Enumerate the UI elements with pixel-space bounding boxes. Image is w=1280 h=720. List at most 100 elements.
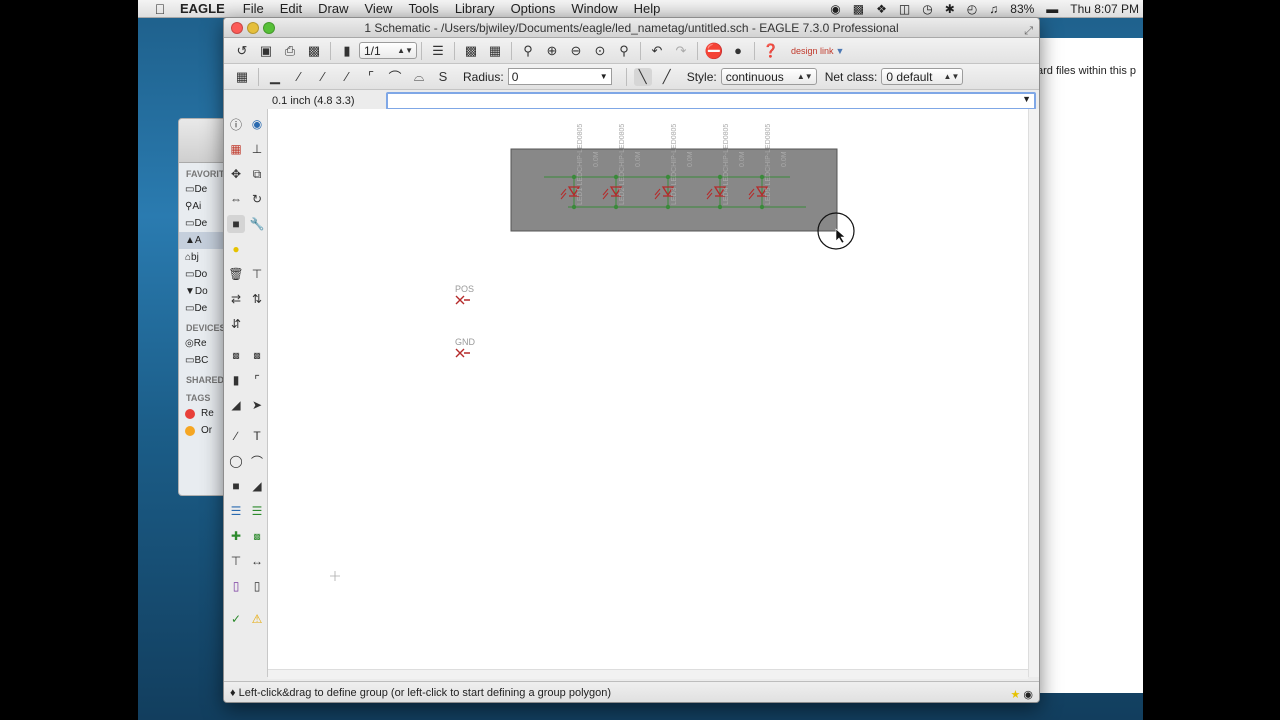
grid-icon[interactable]: ▦ bbox=[233, 68, 251, 86]
zoom-in-icon[interactable]: ⊕ bbox=[543, 42, 561, 60]
battery-percent[interactable]: 83% bbox=[1010, 2, 1034, 16]
frame-icon[interactable]: ▯ bbox=[227, 577, 245, 595]
clock[interactable]: Thu 8:07 PM bbox=[1070, 2, 1139, 16]
menu-edit[interactable]: Edit bbox=[280, 1, 302, 16]
command-input[interactable]: ▼ bbox=[386, 92, 1036, 110]
stop-icon[interactable]: ⛔ bbox=[705, 42, 724, 60]
zoom-select-icon[interactable]: ⚲ bbox=[615, 42, 633, 60]
horizontal-scrollbar[interactable] bbox=[268, 669, 1028, 679]
wire-icon[interactable]: ∕ bbox=[227, 427, 245, 445]
ulp-icon[interactable]: ▦ bbox=[486, 42, 504, 60]
volume-icon[interactable]: ♫ bbox=[989, 2, 998, 16]
vertical-scrollbar[interactable] bbox=[1028, 109, 1039, 677]
apple-menu-icon[interactable]:  bbox=[148, 1, 172, 17]
text-icon[interactable]: T bbox=[248, 427, 266, 445]
cam-icon[interactable]: ▩ bbox=[305, 42, 323, 60]
value-icon[interactable]: ▩ bbox=[248, 346, 266, 364]
miter-icon[interactable]: ⌜ bbox=[248, 371, 266, 389]
netclass-select[interactable]: 0 default ▲▼ bbox=[881, 68, 964, 85]
wire-bend-3-icon[interactable]: ⌜ bbox=[362, 68, 380, 86]
wire-bend-6-icon[interactable]: S bbox=[434, 68, 452, 86]
print-icon[interactable]: ⎙ bbox=[281, 42, 299, 60]
sheet-select[interactable]: 1/1 ▲▼ bbox=[359, 42, 417, 59]
warning-icon[interactable]: ⚠ bbox=[248, 610, 266, 628]
sheet-icon[interactable]: ▮ bbox=[338, 42, 356, 60]
rotate-icon[interactable]: ↻ bbox=[248, 190, 266, 208]
schematic-canvas[interactable]: LED1 LEDCHIP-LED0805 0.0M LED2 LEDCHIP-LED… bbox=[268, 109, 1028, 669]
invoke-icon[interactable]: ➤ bbox=[248, 396, 266, 414]
record-icon[interactable]: ◉ bbox=[830, 2, 840, 16]
layer-icon[interactable]: ▁ bbox=[266, 68, 284, 86]
time-machine-icon[interactable]: ◷ bbox=[922, 2, 932, 16]
change-icon[interactable]: 🔧 bbox=[248, 215, 266, 233]
arc-flat-icon[interactable]: ╲ bbox=[633, 67, 652, 86]
show-icon[interactable]: ◉ bbox=[248, 115, 266, 133]
menu-library[interactable]: Library bbox=[455, 1, 495, 16]
module-icon[interactable]: ▯ bbox=[248, 577, 266, 595]
designlink-logo[interactable]: design link bbox=[791, 46, 834, 56]
star-icon[interactable]: ★ bbox=[1010, 689, 1020, 701]
replace-icon[interactable]: ⇅ bbox=[248, 290, 266, 308]
go-icon[interactable]: ● bbox=[729, 42, 747, 60]
chevron-down-icon[interactable]: ▼ bbox=[1022, 94, 1031, 104]
smash-icon[interactable]: ▮ bbox=[227, 371, 245, 389]
label-icon[interactable]: ▩ bbox=[248, 527, 266, 545]
display-layers-icon[interactable]: ▦ bbox=[227, 140, 245, 158]
arc-icon[interactable]: ⌒ bbox=[248, 452, 266, 470]
app-menu[interactable]: EAGLE bbox=[180, 1, 225, 16]
menu-file[interactable]: File bbox=[243, 1, 264, 16]
circle-icon[interactable]: ◯ bbox=[227, 452, 245, 470]
arc-round-icon[interactable]: ╱ bbox=[658, 68, 676, 86]
wifi-icon[interactable]: ◴ bbox=[967, 2, 977, 16]
pinswap-icon[interactable]: ⇄ bbox=[227, 290, 245, 308]
junction-icon[interactable]: ✚ bbox=[227, 527, 245, 545]
wire-bend-1-icon[interactable]: ∕ bbox=[314, 68, 332, 86]
undo-icon[interactable]: ↶ bbox=[648, 42, 666, 60]
bluetooth-icon[interactable]: ✱ bbox=[945, 2, 955, 16]
battery-icon[interactable]: ▬ bbox=[1046, 2, 1058, 16]
open-icon[interactable]: ↺ bbox=[233, 42, 251, 60]
chevron-down-icon[interactable]: ▼ bbox=[836, 46, 845, 56]
dimension-icon[interactable]: ↔ bbox=[248, 552, 266, 570]
script-icon[interactable]: ☰ bbox=[429, 42, 447, 60]
help-icon[interactable]: ❓ bbox=[762, 42, 780, 60]
move-icon[interactable]: ✥ bbox=[227, 165, 245, 183]
menu-view[interactable]: View bbox=[365, 1, 393, 16]
supply-pos[interactable]: POS bbox=[455, 284, 474, 305]
group-icon[interactable]: ■ bbox=[227, 215, 245, 233]
attribute-icon[interactable]: ⊤ bbox=[227, 552, 245, 570]
title-bar[interactable]: 1 Schematic - /Users/bjwiley/Documents/e… bbox=[224, 18, 1039, 38]
mark-icon[interactable]: ⊥ bbox=[248, 140, 266, 158]
menu-tools[interactable]: Tools bbox=[408, 1, 438, 16]
redo-icon[interactable]: ↷ bbox=[672, 42, 690, 60]
style-select[interactable]: continuous ▲▼ bbox=[720, 68, 817, 85]
radius-input[interactable]: 0 ▼ bbox=[507, 68, 612, 85]
add-icon[interactable]: ⊤ bbox=[248, 265, 266, 283]
erc-icon[interactable]: ✓ bbox=[227, 610, 245, 628]
wire-bend-2-icon[interactable]: ∕ bbox=[338, 68, 356, 86]
dropbox-icon[interactable]: ❖ bbox=[876, 2, 887, 16]
battery-meter-icon[interactable]: ◫ bbox=[899, 2, 910, 16]
minimize-button[interactable] bbox=[247, 22, 259, 34]
name-icon[interactable]: ▩ bbox=[227, 346, 245, 364]
menu-options[interactable]: Options bbox=[511, 1, 556, 16]
menu-help[interactable]: Help bbox=[634, 1, 661, 16]
menu-draw[interactable]: Draw bbox=[318, 1, 348, 16]
save-icon[interactable]: ▣ bbox=[257, 42, 275, 60]
bus-icon[interactable]: ☰ bbox=[227, 502, 245, 520]
wire-bend-0-icon[interactable]: ∕ bbox=[290, 68, 308, 86]
rect-icon[interactable]: ■ bbox=[227, 477, 245, 495]
display-icon[interactable]: ▩ bbox=[853, 2, 864, 16]
supply-gnd[interactable]: GND bbox=[455, 337, 476, 358]
net-icon[interactable]: ☰ bbox=[248, 502, 266, 520]
wire-bend-4-icon[interactable]: ⌒ bbox=[386, 68, 404, 86]
paste-icon[interactable]: ● bbox=[227, 240, 245, 258]
wire-bend-5-icon[interactable]: ⌓ bbox=[410, 68, 428, 86]
split-icon[interactable]: ◢ bbox=[227, 396, 245, 414]
info-icon[interactable]: ⓘ bbox=[227, 115, 245, 133]
board-icon[interactable]: ▩ bbox=[462, 42, 480, 60]
zoom-button[interactable] bbox=[263, 22, 275, 34]
polygon-icon[interactable]: ◢ bbox=[248, 477, 266, 495]
gateswap-icon[interactable]: ⇵ bbox=[227, 315, 245, 333]
stop-indicator-icon[interactable]: ◉ bbox=[1023, 689, 1033, 701]
